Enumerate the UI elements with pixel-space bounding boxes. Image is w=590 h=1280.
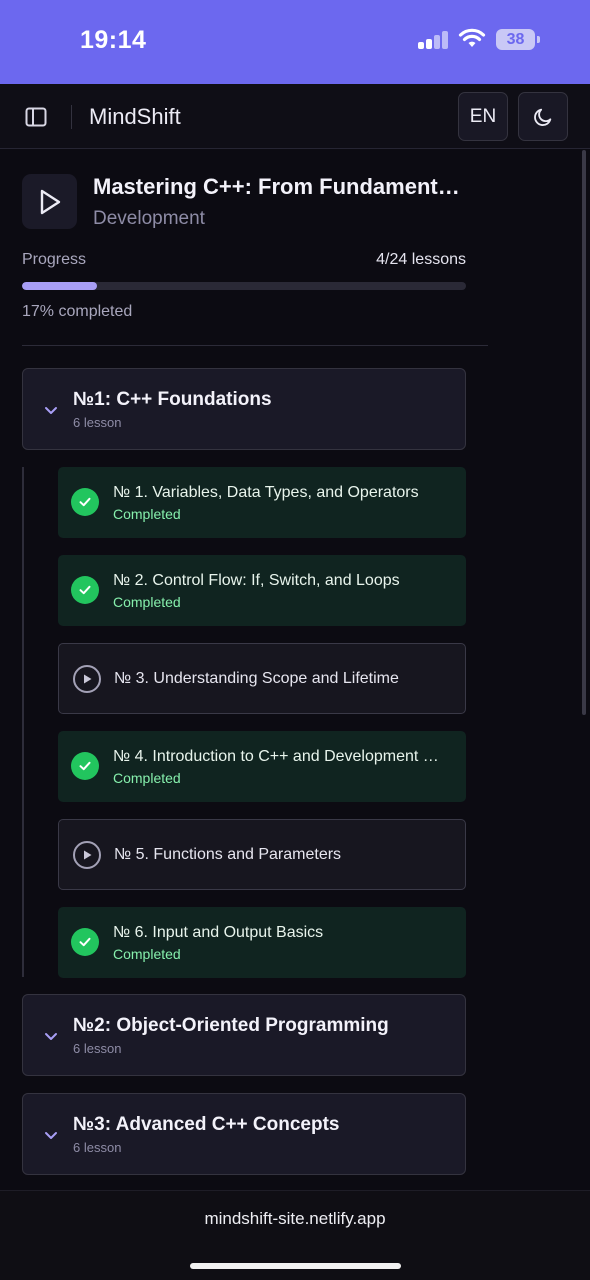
battery-indicator: 38 bbox=[496, 29, 540, 50]
module-lesson-count: 6 lesson bbox=[73, 1140, 122, 1155]
browser-address-bar[interactable]: mindshift-site.netlify.app bbox=[0, 1190, 590, 1280]
lesson-status: Completed bbox=[113, 946, 181, 962]
lesson-status: Completed bbox=[113, 770, 181, 786]
lesson-title: № 4. Introduction to C++ and Development… bbox=[113, 748, 439, 765]
wifi-icon bbox=[458, 28, 486, 47]
lesson-title: № 6. Input and Output Basics bbox=[113, 924, 324, 941]
lesson-title: № 2. Control Flow: If, Switch, and Loops bbox=[113, 572, 400, 589]
module-lesson-count: 6 lesson bbox=[73, 1041, 122, 1056]
lesson-title: № 5. Functions and Parameters bbox=[114, 846, 342, 863]
check-icon bbox=[71, 488, 99, 516]
app-header: MindShift EN bbox=[0, 84, 590, 149]
brand-name[interactable]: MindShift bbox=[89, 104, 181, 130]
play-icon bbox=[40, 189, 60, 214]
play-circle-icon bbox=[73, 841, 101, 869]
course-play-button[interactable] bbox=[22, 174, 77, 229]
progress-label: Progress bbox=[22, 251, 87, 268]
course-title: Mastering C++: From Fundament… bbox=[93, 174, 460, 199]
home-indicator[interactable] bbox=[190, 1263, 401, 1269]
lesson-item-6[interactable]: № 6. Input and Output Basics Completed bbox=[58, 907, 466, 978]
check-icon bbox=[71, 928, 99, 956]
progress-percent: 17% completed bbox=[22, 303, 133, 320]
scrollbar[interactable] bbox=[582, 150, 586, 715]
lesson-item-3[interactable]: № 3. Understanding Scope and Lifetime bbox=[58, 643, 466, 714]
module-title: №3: Advanced C++ Concepts bbox=[73, 1114, 340, 1135]
lesson-status: Completed bbox=[113, 594, 181, 610]
module-lesson-count: 6 lesson bbox=[73, 415, 122, 430]
status-time: 19:14 bbox=[80, 26, 147, 54]
signal-icon bbox=[418, 31, 450, 49]
moon-icon bbox=[534, 108, 552, 126]
lesson-list-rail bbox=[22, 467, 24, 977]
lesson-status: Completed bbox=[113, 506, 181, 522]
check-icon bbox=[71, 576, 99, 604]
chevron-down-icon bbox=[45, 1033, 57, 1040]
status-bar: 19:14 38 bbox=[0, 0, 590, 84]
module-2-header[interactable]: №2: Object-Oriented Programming 6 lesson bbox=[22, 994, 466, 1076]
check-icon bbox=[71, 752, 99, 780]
url-text[interactable]: mindshift-site.netlify.app bbox=[0, 1209, 590, 1229]
module-title: №2: Object-Oriented Programming bbox=[73, 1015, 389, 1036]
play-circle-icon bbox=[73, 665, 101, 693]
language-button[interactable]: EN bbox=[458, 92, 508, 141]
theme-toggle-button[interactable] bbox=[518, 92, 568, 141]
lesson-item-5[interactable]: № 5. Functions and Parameters bbox=[58, 819, 466, 890]
lesson-title: № 3. Understanding Scope and Lifetime bbox=[114, 670, 399, 687]
lesson-item-4[interactable]: № 4. Introduction to C++ and Development… bbox=[58, 731, 466, 802]
module-title: №1: C++ Foundations bbox=[73, 389, 272, 410]
section-divider bbox=[22, 345, 488, 346]
lesson-item-1[interactable]: № 1. Variables, Data Types, and Operator… bbox=[58, 467, 466, 538]
sidebar-toggle-button[interactable] bbox=[22, 104, 50, 130]
chevron-down-icon bbox=[45, 1132, 57, 1139]
module-3-header[interactable]: №3: Advanced C++ Concepts 6 lesson bbox=[22, 1093, 466, 1175]
progress-count: 4/24 lessons bbox=[376, 251, 466, 268]
progress-bar-fill bbox=[22, 282, 98, 290]
course-category: Development bbox=[93, 208, 205, 229]
module-1-header[interactable]: №1: C++ Foundations 6 lesson bbox=[22, 368, 466, 450]
header-divider bbox=[71, 105, 72, 129]
lesson-item-2[interactable]: № 2. Control Flow: If, Switch, and Loops… bbox=[58, 555, 466, 626]
sidebar-toggle-icon bbox=[25, 107, 47, 127]
progress-bar bbox=[22, 282, 466, 290]
chevron-down-icon bbox=[45, 407, 57, 414]
lesson-title: № 1. Variables, Data Types, and Operator… bbox=[113, 484, 419, 501]
